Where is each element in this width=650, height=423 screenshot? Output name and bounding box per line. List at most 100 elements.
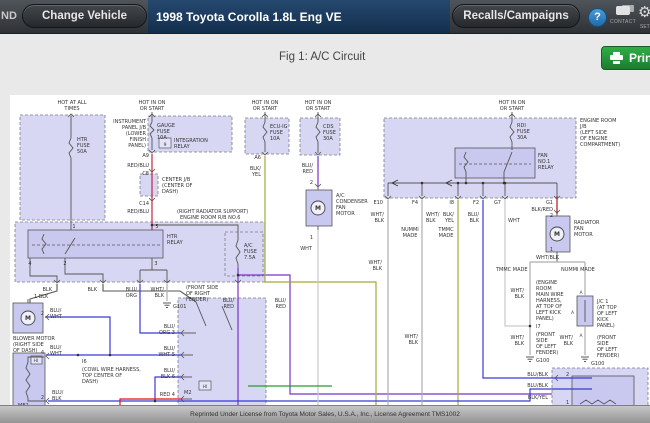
diagram-label: BLK [515,341,525,347]
wiring-diagram: MMMHOT AT ALLTIMESHOT IN ONOR STARTHOT I… [10,95,650,413]
diagram-label: 2 [566,372,569,378]
junction-dot [502,181,506,185]
diagram-label: BLK [409,340,419,346]
change-vehicle-button[interactable]: Change Vehicle [22,4,147,28]
speech-bubble-icon [616,6,630,15]
diagram-label: HI [203,384,207,389]
junction-dot [528,324,532,328]
diagram-label: MOTOR [574,232,593,238]
diagram-label: F4 [412,200,418,206]
diagram-label: BLK [470,218,480,224]
diagram-label: BLK [88,287,98,293]
diagram-label: DASH) [162,189,178,195]
diagram-box [19,114,106,221]
diagram-label: WHT/BLK [536,255,560,261]
diagram-label: PANEL) [597,323,615,329]
diagram-label: FENDER) [597,353,619,359]
diagram-label: 50A [77,149,87,155]
diagram-label: RELAY [538,165,555,171]
diagram-label: G100 [591,361,604,367]
diagram-label: BLU/BLK [527,383,549,389]
diagram-label: ORG 3 [159,330,175,336]
diagram-label: PANEL) [536,316,554,322]
diagram-label: OR START [140,106,165,112]
diagram-label: I8 [449,200,454,206]
diagram-label: WHT [300,246,313,252]
diagram-label: MADE [439,233,454,239]
diagram-label: G1 [546,200,553,206]
diagram-label: WHT 5 [158,352,175,358]
diagram-label: RED [303,169,314,175]
diagram-label: RELAY [174,144,191,150]
diagram-label: BLK [43,287,53,293]
diagram-label: 1 [72,224,75,230]
diagram-box [27,229,164,259]
junction-dot [481,181,485,185]
diagram-label: RED [276,304,287,310]
diagram-label: BLK 6 [161,374,175,380]
print-button[interactable]: Print [601,46,650,70]
diagram-label: BLU/BLK [527,372,549,378]
diagram-label: C8 [142,171,149,177]
diagram-label: FENDER) [536,350,558,356]
diagram-label: 1 [550,247,553,253]
diagram-label: 10A [157,135,167,141]
diagram-label: RELAY [167,240,184,246]
diagram-label: WHT [50,314,63,320]
license-text: Reprinted Under License from Toyota Moto… [190,411,460,418]
junction-dot [420,181,424,185]
diagram-box [139,173,159,197]
motor-label: M [554,231,560,238]
diagram-label: DASH) [82,379,98,385]
diagram-label: COMPARTMENT) [580,142,620,148]
junction-dot [456,181,460,185]
diagram-label: RED/BLU [127,209,149,215]
diagram-label: BLK [375,218,385,224]
diagram-label: 7.5A [244,255,256,261]
diagram-label: A [580,290,583,295]
junction-dot [236,273,240,277]
diagram-label: G7 [494,200,501,206]
junction-dot [108,353,112,357]
diagram-label: A9 [142,153,149,159]
diagram-label: M2 [184,390,192,396]
diagram-label: HI [34,358,38,363]
diagram-label: I6 [82,359,87,365]
diagram-label: 10A [270,136,280,142]
motor-label: M [25,315,31,322]
diagram-label: BLK [564,341,574,347]
junction-dot [153,399,157,403]
diagram-label: A [580,333,583,338]
diagram-label: BLK [155,293,165,299]
app-header: ND Change Vehicle 1998 Toyota Corolla 1.… [0,0,650,34]
diagram-label: TIMES [63,106,79,112]
diagram-label: OF DASH) [13,348,38,354]
recalls-campaigns-button[interactable]: Recalls/Campaigns [452,4,580,28]
diagram-label: YEL [444,218,454,224]
diagram-label: OR START [253,106,278,112]
license-bar: Reprinted Under License from Toyota Moto… [0,405,650,423]
diagram-label: E10 [373,200,383,206]
diagram-label: BLK [426,218,436,224]
diagram-label: ORG [126,293,137,299]
diagram-label: WHT [508,218,521,224]
printer-icon [610,52,623,64]
diagram-label: 30A [517,135,527,141]
diagram-label: 1 [310,235,313,241]
settings-gear-icon[interactable]: ⚙ [638,3,650,21]
diagram-label: BLK [515,294,525,300]
motor-label: M [315,205,321,212]
diagram-label: A6 [254,155,261,161]
diagram-label: 4 [28,261,31,267]
contact-button[interactable]: CONTACT [608,6,638,25]
junction-dot [150,223,154,227]
diagram-label: BLK [52,396,62,402]
diagram-label: 9 [164,142,167,148]
diagram-label: I7 [536,324,541,330]
diagram-box [299,117,341,156]
diagram-label: RED 4 [160,392,175,398]
junction-dot [464,181,468,185]
diagram-label: 4 [41,350,44,356]
help-icon[interactable]: ? [588,8,607,27]
diagram-label: MADE [403,233,418,239]
